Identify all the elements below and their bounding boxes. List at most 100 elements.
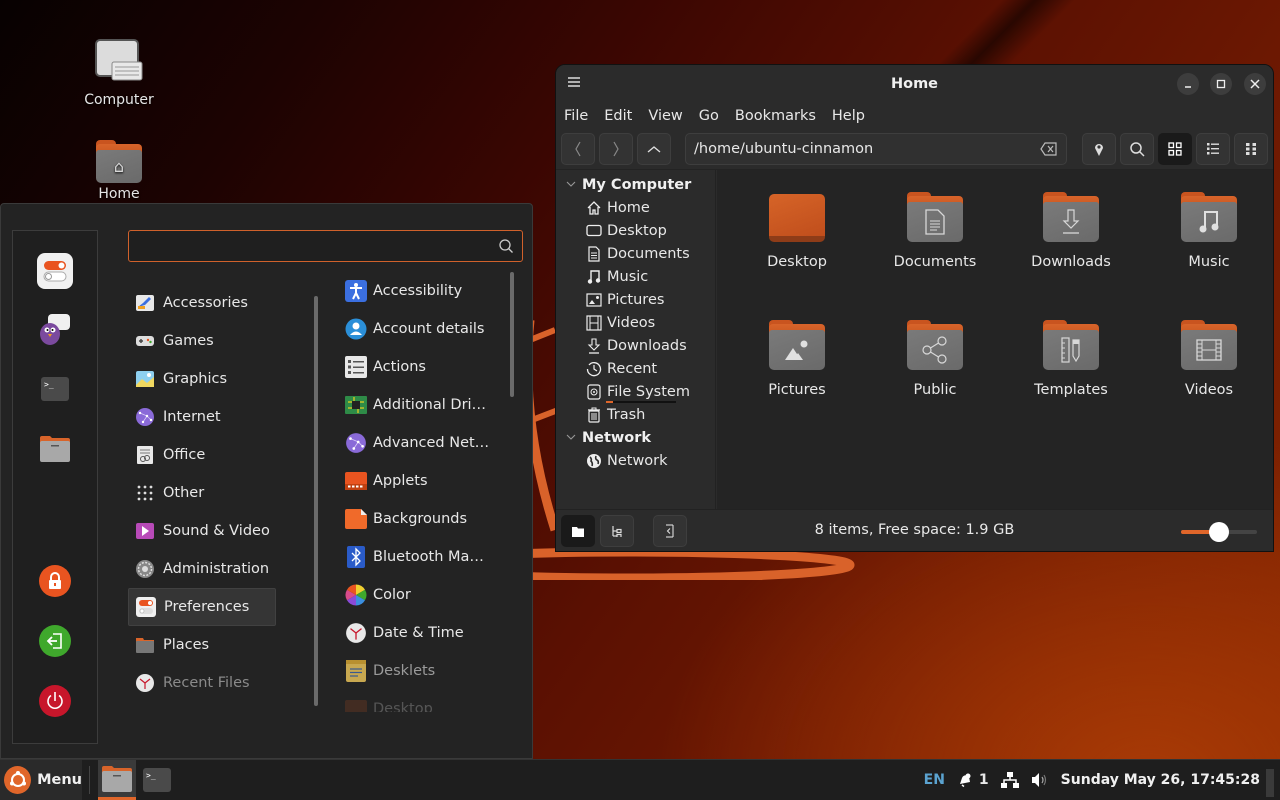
terminal-icon: >_ bbox=[41, 377, 69, 401]
home-folder-icon: ⌂ bbox=[96, 140, 142, 183]
category-preferences[interactable]: Preferences bbox=[128, 588, 276, 626]
app-item[interactable]: Actions bbox=[339, 348, 509, 386]
icon-view-button[interactable] bbox=[1158, 133, 1192, 165]
desktop-icon-home[interactable]: ⌂ Home bbox=[69, 140, 169, 202]
sidebar-item-home[interactable]: Home bbox=[556, 196, 715, 219]
app-item[interactable]: Applets bbox=[339, 462, 509, 500]
app-item[interactable]: Date & Time bbox=[339, 614, 509, 652]
zoom-slider[interactable] bbox=[1181, 522, 1257, 542]
toggle-location-button[interactable] bbox=[1082, 133, 1116, 165]
logout-button[interactable] bbox=[39, 625, 71, 657]
sidebar-item-downloads[interactable]: Downloads bbox=[556, 334, 715, 357]
favorite-pidgin[interactable] bbox=[37, 311, 73, 347]
file-item-templates[interactable]: Templates bbox=[1021, 320, 1121, 398]
file-item-documents[interactable]: Documents bbox=[885, 192, 985, 270]
hamburger-menu-icon[interactable] bbox=[568, 76, 580, 88]
category-scrollbar[interactable] bbox=[314, 296, 318, 706]
minimize-button[interactable] bbox=[1177, 73, 1199, 95]
category-office[interactable]: Office bbox=[128, 436, 276, 474]
sidebar-item-trash[interactable]: Trash bbox=[556, 403, 715, 426]
list-view-button[interactable] bbox=[1196, 133, 1230, 165]
taskbar-files[interactable] bbox=[98, 760, 136, 800]
file-item-downloads[interactable]: Downloads bbox=[1021, 192, 1121, 270]
close-button[interactable] bbox=[1244, 73, 1266, 95]
sidebar-item-network[interactable]: Network bbox=[556, 449, 715, 472]
menu-edit[interactable]: Edit bbox=[604, 108, 632, 124]
sidebar-item-desktop[interactable]: Desktop bbox=[556, 219, 715, 242]
category-internet[interactable]: Internet bbox=[128, 398, 276, 436]
menu-button[interactable]: Menu bbox=[0, 760, 82, 800]
desktop-icon-computer[interactable]: Computer bbox=[69, 38, 169, 108]
app-item[interactable]: Backgrounds bbox=[339, 500, 509, 538]
lock-screen-button[interactable] bbox=[39, 565, 71, 597]
lock-icon bbox=[49, 572, 61, 589]
sidebar-item-videos[interactable]: Videos bbox=[556, 311, 715, 334]
category-other[interactable]: Other bbox=[128, 474, 276, 512]
category-accessories[interactable]: Accessories bbox=[128, 284, 276, 322]
app-item[interactable]: Advanced Net… bbox=[339, 424, 509, 462]
keyboard-layout-indicator[interactable]: EN bbox=[924, 772, 945, 788]
taskbar-terminal[interactable]: >_ bbox=[138, 760, 176, 800]
notifications-applet[interactable]: 1 bbox=[957, 772, 989, 788]
app-item[interactable]: Desktop bbox=[339, 690, 509, 712]
app-item[interactable]: Account details bbox=[339, 310, 509, 348]
compact-view-button[interactable] bbox=[1234, 133, 1268, 165]
favorite-system-settings[interactable] bbox=[37, 253, 73, 289]
location-bar[interactable]: /home/ubuntu-cinnamon bbox=[685, 133, 1067, 165]
back-button[interactable] bbox=[561, 133, 595, 165]
maximize-button[interactable] bbox=[1210, 73, 1232, 95]
sidebar-section-header[interactable]: My Computer bbox=[556, 173, 715, 196]
title-bar[interactable]: Home bbox=[556, 65, 1273, 103]
sidebar-section-header[interactable]: Network bbox=[556, 426, 715, 449]
search-button[interactable] bbox=[1120, 133, 1154, 165]
office-icon bbox=[135, 445, 155, 465]
clock[interactable]: Sunday May 26, 17:45:28 bbox=[1061, 772, 1260, 788]
app-item[interactable]: Color bbox=[339, 576, 509, 614]
up-button[interactable] bbox=[637, 133, 671, 165]
chevron-down-icon[interactable] bbox=[566, 432, 576, 443]
clear-path-icon[interactable] bbox=[1040, 142, 1058, 156]
category-games[interactable]: Games bbox=[128, 322, 276, 360]
menu-file[interactable]: File bbox=[564, 108, 588, 124]
category-administration[interactable]: Administration bbox=[128, 550, 276, 588]
chevron-down-icon[interactable] bbox=[566, 179, 576, 190]
category-places[interactable]: Places bbox=[128, 626, 276, 664]
shutdown-button[interactable] bbox=[39, 685, 71, 717]
sidebar-item-recent[interactable]: Recent bbox=[556, 357, 715, 380]
file-item-videos[interactable]: Videos bbox=[1159, 320, 1259, 398]
file-manager-window: Home File Edit View Go Bookmarks Help /h… bbox=[555, 64, 1274, 552]
favorite-files[interactable] bbox=[37, 431, 73, 467]
application-scrollbar[interactable] bbox=[510, 272, 514, 397]
volume-icon[interactable] bbox=[1031, 772, 1049, 788]
app-item[interactable]: Additional Dri… bbox=[339, 386, 509, 424]
category-graphics[interactable]: Graphics bbox=[128, 360, 276, 398]
category-sound-video[interactable]: Sound & Video bbox=[128, 512, 276, 550]
app-item[interactable]: Bluetooth Ma… bbox=[339, 538, 509, 576]
menu-search[interactable] bbox=[128, 230, 523, 262]
menu-view[interactable]: View bbox=[648, 108, 682, 124]
file-item-pictures[interactable]: Pictures bbox=[747, 320, 847, 398]
app-item[interactable]: Desklets bbox=[339, 652, 509, 690]
category-recent-files[interactable]: Recent Files bbox=[128, 664, 276, 702]
app-label: Advanced Net… bbox=[373, 435, 490, 451]
sidebar-item-pictures[interactable]: Pictures bbox=[556, 288, 715, 311]
file-item-music[interactable]: Music bbox=[1159, 192, 1259, 270]
menu-bookmarks[interactable]: Bookmarks bbox=[735, 108, 816, 124]
zoom-slider-knob[interactable] bbox=[1209, 522, 1229, 542]
menu-help[interactable]: Help bbox=[832, 108, 865, 124]
forward-button[interactable] bbox=[599, 133, 633, 165]
file-item-public[interactable]: Public bbox=[885, 320, 985, 398]
show-desktop-button[interactable] bbox=[1266, 769, 1274, 797]
bottom-panel: Menu >_ EN 1 Sunday May 26, 17:45:28 bbox=[0, 759, 1280, 800]
menu-search-input[interactable] bbox=[129, 231, 479, 261]
favorite-terminal[interactable]: >_ bbox=[37, 371, 73, 407]
sidebar-item-music[interactable]: Music bbox=[556, 265, 715, 288]
maximize-icon bbox=[1216, 79, 1226, 89]
file-item-desktop[interactable]: Desktop bbox=[747, 192, 847, 270]
sidebar-item-documents[interactable]: Documents bbox=[556, 242, 715, 265]
network-icon[interactable] bbox=[1000, 772, 1019, 788]
app-item[interactable]: Accessibility bbox=[339, 272, 509, 310]
menu-go[interactable]: Go bbox=[699, 108, 719, 124]
sidebar-item-file-system[interactable]: File System bbox=[556, 380, 715, 403]
public-folder-icon bbox=[907, 320, 963, 370]
